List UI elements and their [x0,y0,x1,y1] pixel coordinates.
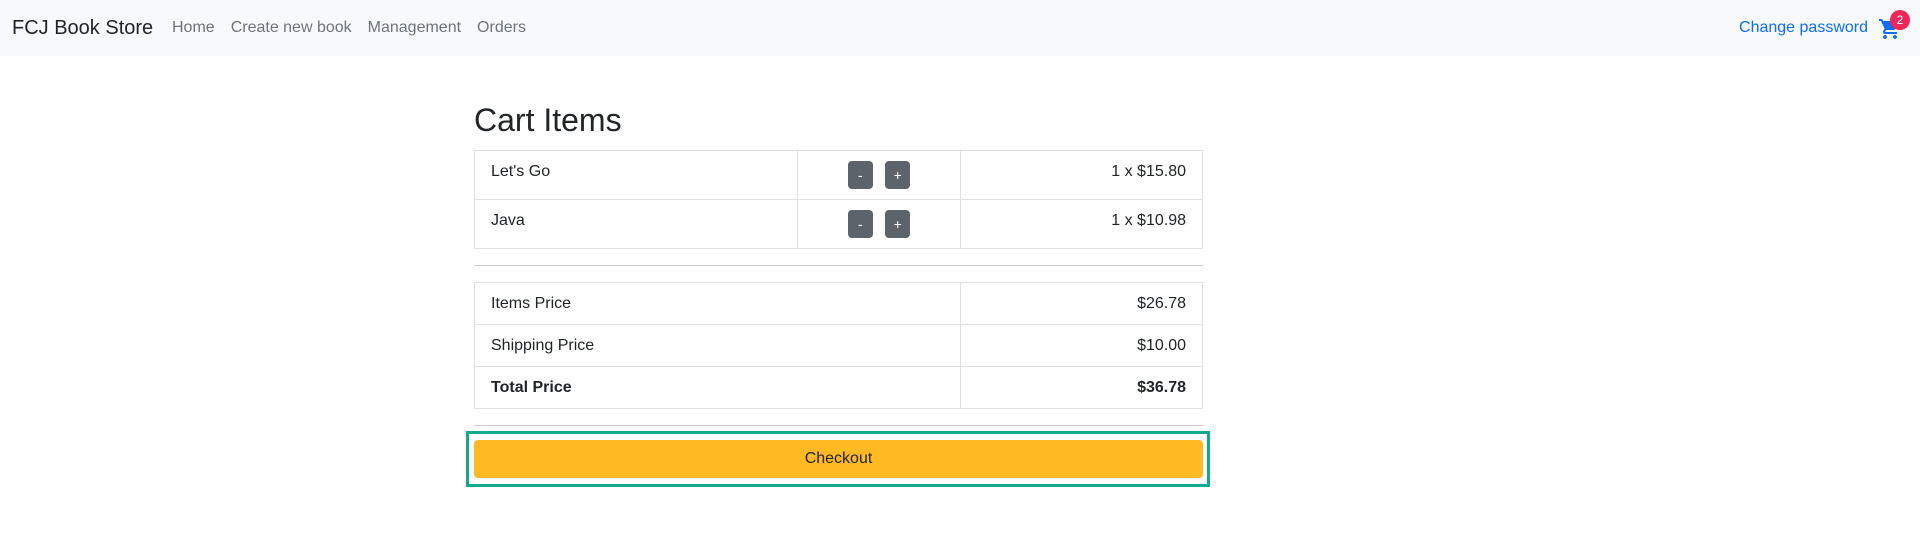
shipping-price-label: Shipping Price [474,324,961,367]
cart-item-row: Let's Go - + 1 x $15.80 [474,150,1203,200]
total-price-row: Total Price $36.78 [474,366,1203,409]
nav-links: Home Create new book Management Orders [172,18,526,38]
cart-button[interactable]: 2 [1876,10,1910,44]
decrease-quantity-button[interactable]: - [847,210,873,238]
items-price-row: Items Price $26.78 [474,282,1203,325]
cart-item-price: 1 x $10.98 [960,199,1203,249]
cart-container: Cart Items Let's Go - + 1 x $15.80 Java … [474,100,1203,426]
brand-link[interactable]: FCJ Book Store [12,15,153,41]
price-summary-table: Items Price $26.78 Shipping Price $10.00… [474,282,1203,409]
items-price-label: Items Price [474,282,961,325]
decrease-quantity-button[interactable]: - [847,161,873,189]
total-price-value: $36.78 [960,366,1203,409]
total-price-label: Total Price [474,366,961,409]
items-price-value: $26.78 [960,282,1203,325]
nav-create-book-link[interactable]: Create new book [231,18,352,38]
increase-quantity-button[interactable]: + [885,210,911,238]
cart-item-name: Java [474,199,798,249]
nav-orders-link[interactable]: Orders [477,18,526,38]
cart-item-quantity-controls: - + [797,199,961,249]
cart-item-row: Java - + 1 x $10.98 [474,199,1203,249]
navbar: FCJ Book Store Home Create new book Mana… [0,0,1920,56]
cart-items-table: Let's Go - + 1 x $15.80 Java - + 1 x $10… [474,150,1203,249]
checkout-button[interactable]: Checkout [474,440,1203,478]
cart-item-quantity-controls: - + [797,150,961,200]
cart-count-badge: 2 [1890,10,1910,30]
shipping-price-value: $10.00 [960,324,1203,367]
nav-home-link[interactable]: Home [172,18,215,38]
increase-quantity-button[interactable]: + [885,161,911,189]
change-password-link[interactable]: Change password [1739,18,1868,38]
divider [474,265,1203,266]
nav-management-link[interactable]: Management [368,18,461,38]
page-title: Cart Items [474,102,622,138]
cart-item-price: 1 x $15.80 [960,150,1203,200]
shipping-price-row: Shipping Price $10.00 [474,324,1203,367]
cart-item-name: Let's Go [474,150,798,200]
divider [474,425,1203,426]
